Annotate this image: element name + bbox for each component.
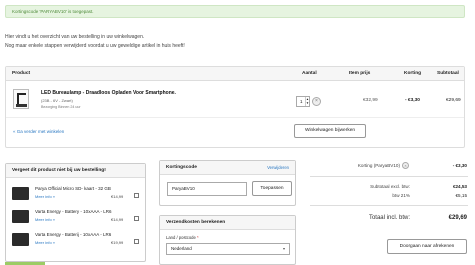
remove-coupon-link[interactable]: Verwijderen <box>267 165 289 170</box>
item-subtotal: €29,69 <box>446 98 461 103</box>
summary-vat-label: btw 21% <box>392 193 410 198</box>
country-select-value: Nederland <box>171 246 192 251</box>
cross-sell-price: €14,99 <box>111 217 124 222</box>
coupon-input[interactable]: ParyaBV10 <box>167 182 247 196</box>
cross-sell-price: €14,99 <box>111 194 124 199</box>
coupon-panel: Kortingscode Verwijderen ParyaBV10 Toepa… <box>159 160 296 206</box>
quantity-value: 1 <box>300 99 303 104</box>
shipping-title: Verzendkosten berekenen <box>166 220 226 225</box>
cross-sell-checkbox[interactable] <box>134 239 139 244</box>
summary-total-label: Totaal incl. btw: <box>368 215 410 221</box>
item-discount: - €3,30 <box>405 98 420 103</box>
coupon-title: Kortingscode <box>166 165 197 170</box>
cross-sell-title: Vergeet dit product niet bij uw bestelli… <box>12 168 106 173</box>
battery-thumbnail[interactable] <box>12 210 29 223</box>
col-discount: Korting <box>404 71 422 76</box>
cross-sell-more-link[interactable]: Meer info » <box>35 240 55 245</box>
cross-sell-more-link[interactable]: Meer info » <box>35 217 55 222</box>
quantity-arrows-icon[interactable]: ▲ ▼ <box>305 97 309 106</box>
checkout-button[interactable]: Doorgaan naar afrekenen <box>387 239 467 254</box>
remove-discount-icon[interactable]: × <box>402 162 409 169</box>
update-cart-button[interactable]: Winkelwagen bijwerken <box>294 124 366 138</box>
cross-sell-item-name[interactable]: Varta Energy - Battery - 10xAAA - LR6 <box>35 209 111 214</box>
product-thumbnail[interactable] <box>13 89 29 109</box>
summary-discount-label: Korting (ParyaBV10) <box>357 163 400 168</box>
notice-text: Kortingscode 'PARYABV10' is toegepast. <box>12 9 94 14</box>
cross-sell-checkbox[interactable] <box>134 193 139 198</box>
col-qty: Aantal <box>302 71 317 76</box>
cross-sell-panel: Vergeet dit product niet bij uw bestelli… <box>5 163 146 262</box>
shipping-panel: Verzendkosten berekenen Land / postcode … <box>159 215 296 265</box>
coupon-applied-notice: Kortingscode 'PARYABV10' is toegepast. <box>5 5 465 18</box>
sd-card-thumbnail[interactable] <box>12 187 29 200</box>
chevron-down-icon: ▾ <box>282 246 285 251</box>
unit-price: €32,99 <box>363 98 378 103</box>
quantity-stepper[interactable]: 1 ▲ ▼ <box>296 96 310 107</box>
summary-vat-value: €5,15 <box>455 193 468 198</box>
product-name[interactable]: LED Bureaulamp - Draadloos Opladen Voor … <box>41 90 176 96</box>
col-product: Product <box>12 71 31 76</box>
intro-line-1: Hier vindt u het overzicht van uw bestel… <box>5 34 145 40</box>
cross-sell-item-name[interactable]: Parya Official Micro SD- kaart - 32 GB <box>35 186 111 191</box>
cross-sell-price: €19,99 <box>111 240 124 245</box>
country-label: Land / postcode * <box>166 235 199 240</box>
cart-table-header: Product Aantal Item prijs Korting Subtot… <box>6 67 464 81</box>
summary-discount-value: - €3,30 <box>452 163 467 168</box>
battery-thumbnail[interactable] <box>12 233 29 246</box>
cross-sell-item-name[interactable]: Varta Energy - Batterij - 10xAAA - LR6 <box>35 232 111 237</box>
intro-line-2: Nog maar enkele stappen verwijderd voord… <box>5 43 185 49</box>
cart-table: Product Aantal Item prijs Korting Subtot… <box>5 66 465 148</box>
continue-shopping-link[interactable]: « Ga verder met winkelen <box>13 129 64 134</box>
cross-sell-checkbox[interactable] <box>134 216 139 221</box>
product-variant: (23B - 6V - Zwart) <box>41 98 73 103</box>
col-subtotal: Subtotaal <box>437 71 459 76</box>
country-select[interactable]: Nederland ▾ <box>166 243 290 255</box>
remove-item-icon[interactable]: × <box>312 97 321 106</box>
col-unit-price: Item prijs <box>349 71 371 76</box>
summary-subtotal-value: €24,53 <box>452 184 467 189</box>
product-delivery: Bezorging Binnen 24 uur <box>41 105 81 109</box>
apply-coupon-button[interactable]: Toepassen <box>252 181 292 196</box>
summary-subtotal-label: Subtotaal excl. btw: <box>370 184 410 189</box>
cross-sell-more-link[interactable]: Meer info » <box>35 194 55 199</box>
summary-total-value: €29,69 <box>448 215 467 221</box>
